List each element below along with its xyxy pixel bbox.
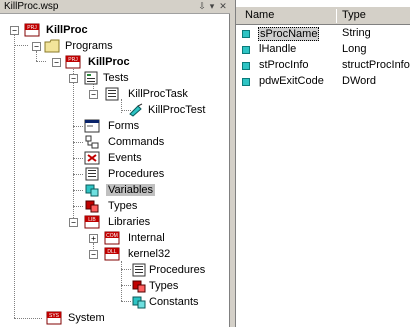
dropdown-icon[interactable]: ▾ [207, 1, 217, 12]
list-header: Name Type [236, 7, 410, 25]
collapse-icon[interactable]: − [89, 250, 98, 259]
tree-node-forms[interactable]: Forms [0, 119, 220, 135]
dll-icon: DLL [104, 247, 120, 261]
tree-node-types[interactable]: Types [0, 199, 220, 215]
tree-node-kernel-procedures[interactable]: Procedures [0, 263, 220, 279]
events-icon [84, 151, 100, 165]
svg-text:LIB: LIB [88, 217, 96, 223]
column-header-name[interactable]: Name [245, 9, 274, 21]
constants-icon [132, 296, 146, 309]
tree-label: KillProc [46, 24, 88, 36]
variable-type: DWord [342, 75, 377, 87]
tree-node-internal[interactable]: + COM Internal [0, 231, 220, 247]
svg-text:PRJ: PRJ [27, 25, 37, 31]
forms-icon [84, 119, 100, 133]
tree-node-program[interactable]: − PRJ KillProc [0, 55, 220, 71]
workspace-tree[interactable]: − PRJ KillProc − Programs − PRJ KillProc… [0, 15, 229, 327]
list-item[interactable]: pdwExitCode DWord [236, 74, 410, 90]
tree-node-procedures[interactable]: Procedures [0, 167, 220, 183]
tree-node-test[interactable]: KillProcTest [0, 103, 220, 119]
tree-label: Libraries [108, 216, 151, 228]
tree-node-system[interactable]: SYS System [0, 311, 220, 327]
tree-node-events[interactable]: Events [0, 151, 220, 167]
variable-icon [242, 78, 250, 86]
task-icon [105, 87, 119, 101]
variables-list-pane: Name Type sProcName String lHandle Long … [235, 0, 410, 327]
collapse-icon[interactable]: − [89, 90, 98, 99]
collapse-icon[interactable]: − [32, 42, 41, 51]
tree-label: Variables [106, 184, 156, 196]
variable-name: sProcName [258, 27, 320, 41]
tree-label: Programs [65, 40, 113, 52]
types-icon [85, 200, 99, 213]
svg-text:DLL: DLL [107, 249, 116, 255]
project-icon: PRJ [24, 23, 40, 37]
pane-title: KillProc.wsp [4, 1, 59, 12]
column-header-type[interactable]: Type [342, 9, 366, 21]
tree-node-variables[interactable]: Variables [0, 183, 220, 199]
svg-text:SYS: SYS [49, 313, 60, 319]
variable-icon [242, 46, 250, 54]
tree-label: Procedures [149, 264, 206, 276]
commands-icon [85, 135, 99, 149]
tree-label: KillProcTask [128, 88, 188, 100]
variable-type: String [342, 27, 371, 39]
tree-node-tests[interactable]: − Tests [0, 71, 220, 87]
svg-text:PRJ: PRJ [68, 57, 78, 63]
collapse-icon[interactable]: − [69, 74, 78, 83]
close-icon[interactable]: ✕ [218, 1, 228, 12]
system-icon: SYS [46, 311, 62, 325]
list-item[interactable]: stProcInfo structProcInfo [236, 58, 410, 74]
project-icon: PRJ [65, 55, 81, 69]
tree-label: kernel32 [128, 248, 171, 260]
folder-icon [44, 39, 60, 53]
tree-node-libraries[interactable]: − LIB Libraries [0, 215, 220, 231]
tree-label: KillProc [88, 56, 130, 68]
variable-type: Long [342, 43, 367, 55]
variable-icon [242, 62, 250, 70]
pin-icon[interactable]: ⇩ [197, 1, 207, 12]
tree-label: Internal [128, 232, 165, 244]
tree-label: KillProcTest [148, 104, 206, 116]
variables-icon [85, 184, 99, 197]
tree-node-kernel-types[interactable]: Types [0, 279, 220, 295]
list-item[interactable]: lHandle Long [236, 42, 410, 58]
variable-icon [242, 30, 250, 38]
column-divider[interactable] [336, 9, 337, 23]
variable-name: pdwExitCode [259, 75, 324, 87]
tree-node-workspace[interactable]: − PRJ KillProc [0, 23, 220, 39]
tree-label: Types [149, 280, 179, 292]
collapse-icon[interactable]: − [10, 26, 19, 35]
collapse-icon[interactable]: − [52, 58, 61, 67]
tree-node-test-task[interactable]: − KillProcTask [0, 87, 220, 103]
tree-label: Forms [108, 120, 140, 132]
collapse-icon[interactable]: − [69, 218, 78, 227]
procedures-icon [132, 263, 146, 277]
tree-node-programs[interactable]: − Programs [0, 39, 220, 55]
tree-node-kernel32[interactable]: − DLL kernel32 [0, 247, 220, 263]
tree-label: Tests [103, 72, 129, 84]
procedures-icon [85, 167, 99, 181]
com-icon: COM [104, 231, 120, 245]
tree-node-commands[interactable]: Commands [0, 135, 220, 151]
variable-name: lHandle [259, 43, 297, 55]
tree-label: Events [108, 152, 142, 164]
tree-label: Constants [149, 296, 199, 308]
svg-text:COM: COM [106, 233, 118, 239]
types-icon [132, 280, 146, 293]
tree-label: Commands [108, 136, 165, 148]
library-icon: LIB [84, 215, 100, 229]
tree-label: System [68, 312, 105, 324]
tree-label: Types [108, 200, 138, 212]
tree-label: Procedures [108, 168, 165, 180]
variable-name: stProcInfo [259, 59, 309, 71]
list-item[interactable]: sProcName String [236, 26, 410, 42]
variable-type: structProcInfo [342, 59, 410, 71]
tests-icon [84, 71, 98, 85]
expand-icon[interactable]: + [89, 234, 98, 243]
test-icon [129, 103, 143, 117]
workspace-pane: KillProc.wsp ⇩ ▾ ✕ − PRJ KillProc − Prog… [0, 0, 230, 327]
tree-node-kernel-constants[interactable]: Constants [0, 295, 220, 311]
pane-title-bar: KillProc.wsp ⇩ ▾ ✕ [0, 0, 230, 14]
